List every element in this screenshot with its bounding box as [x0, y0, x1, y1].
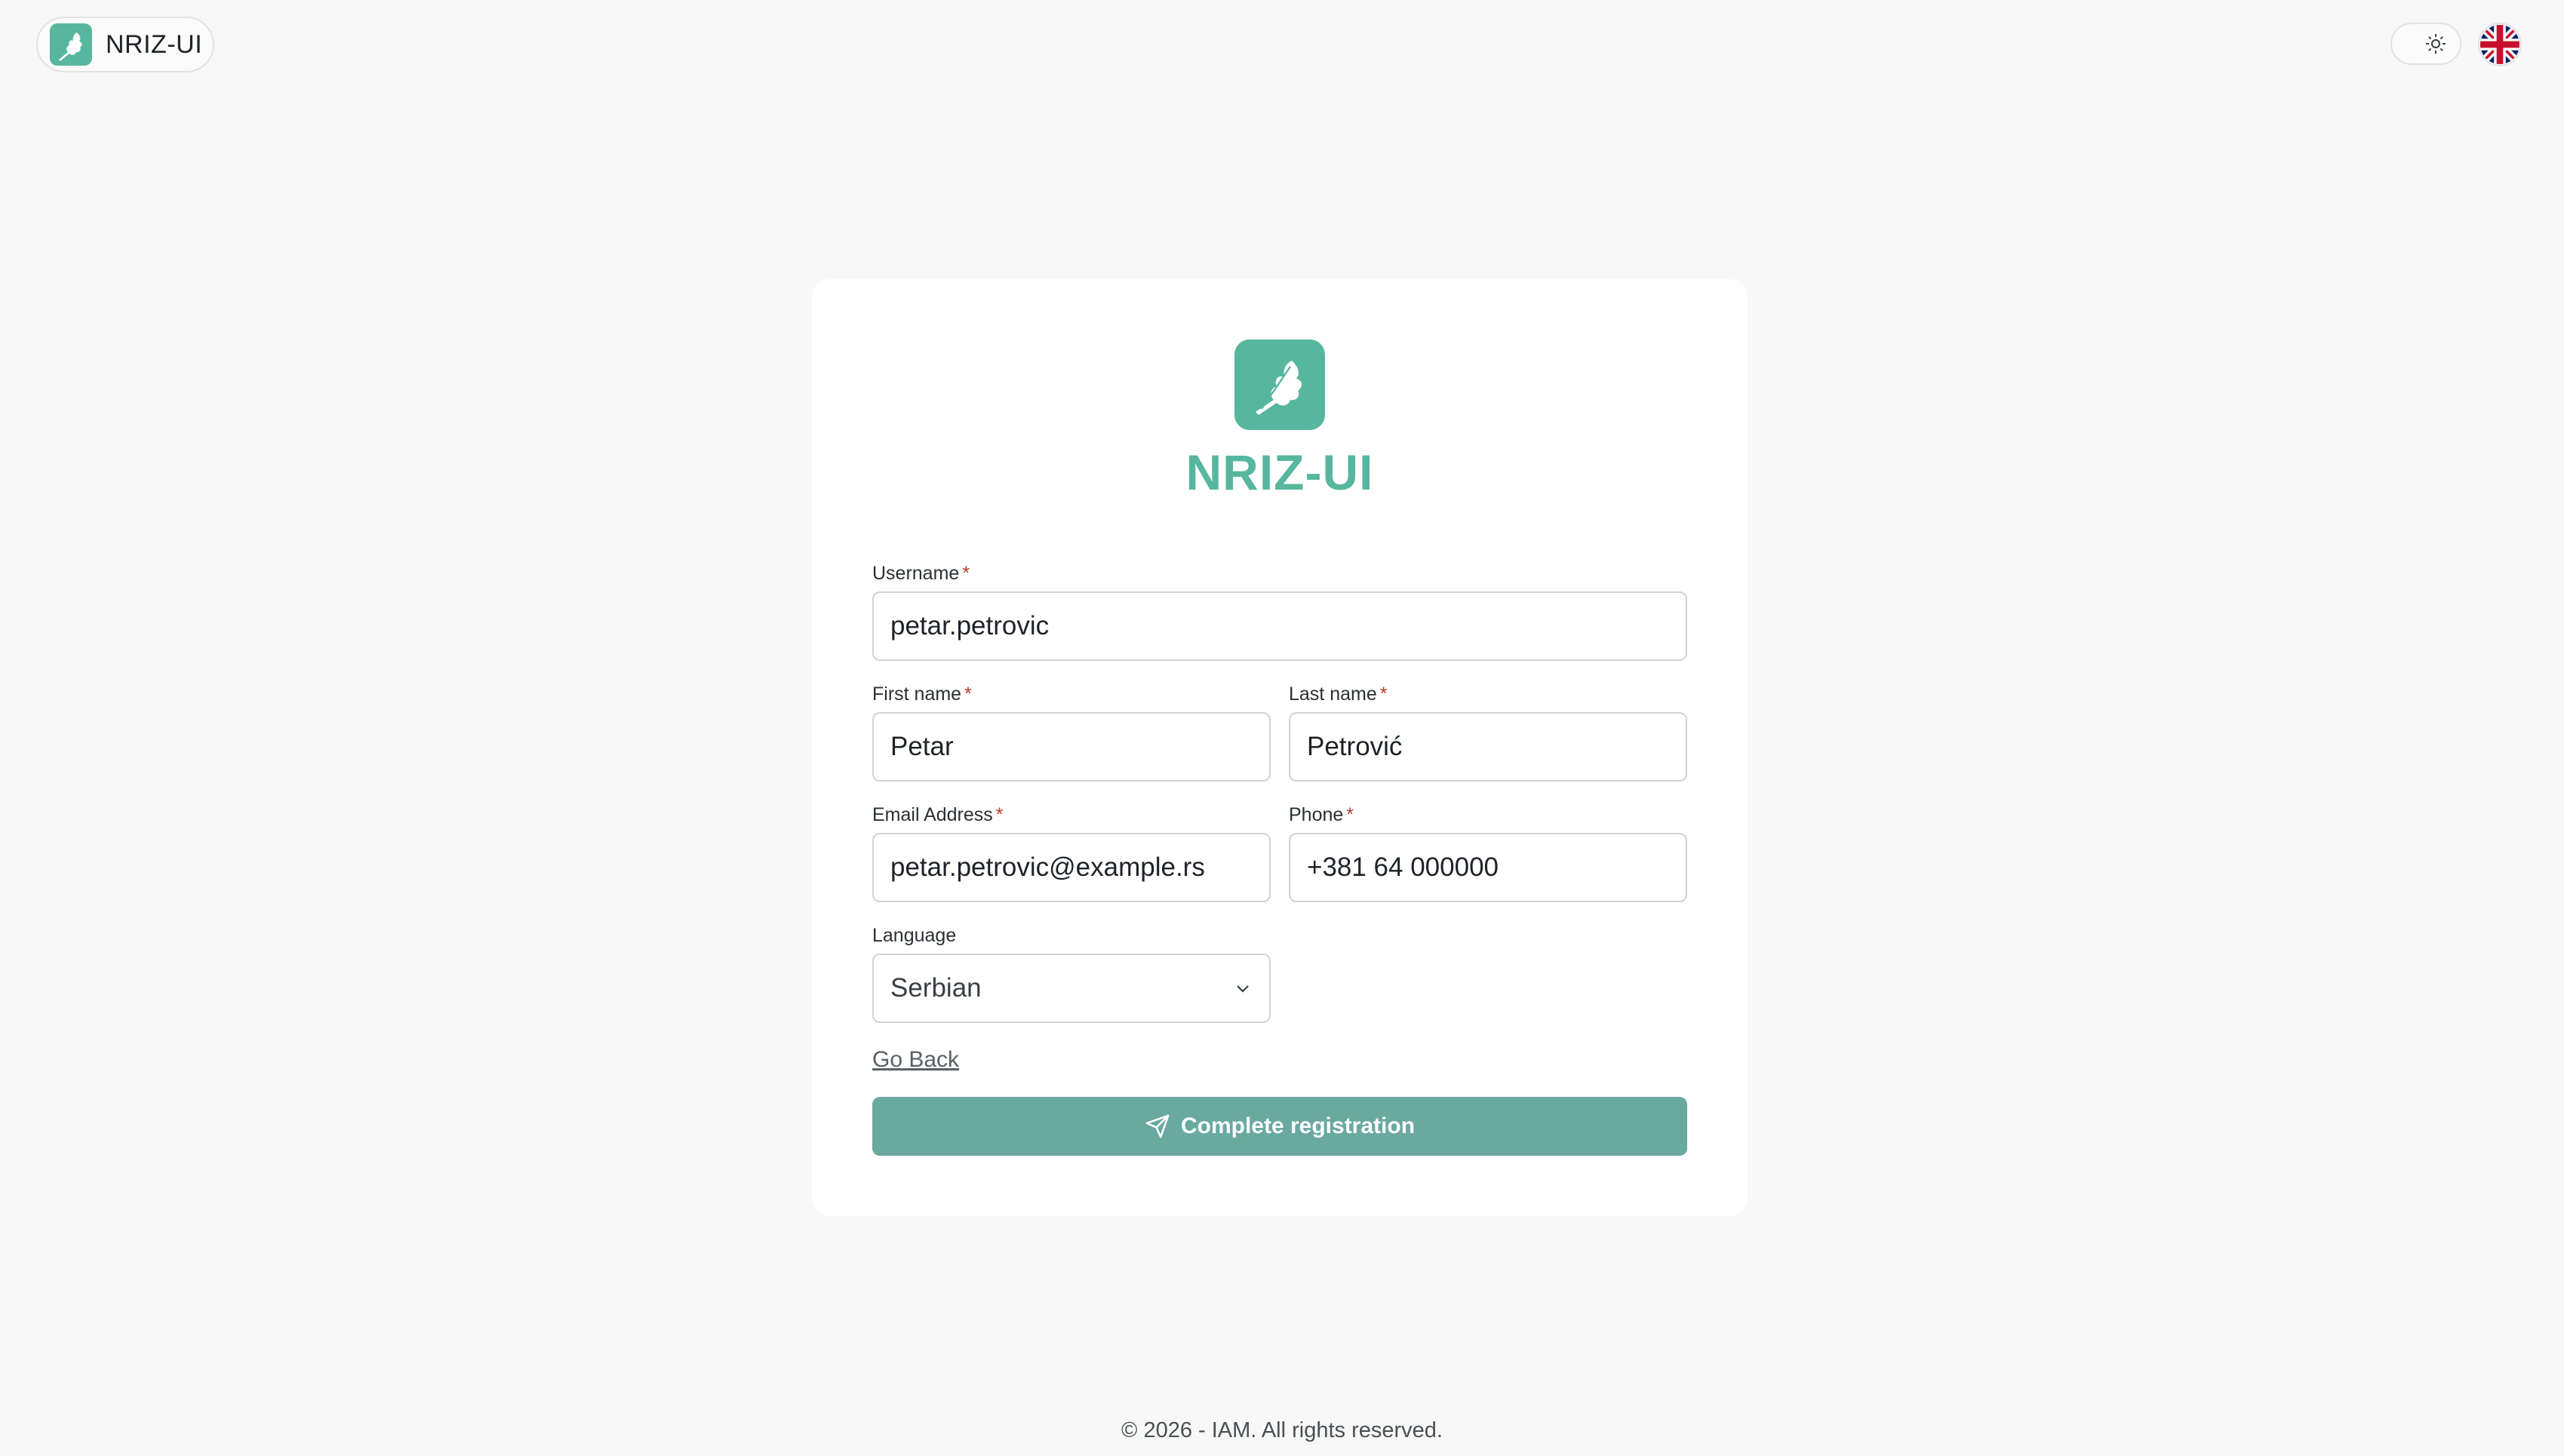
complete-registration-button[interactable]: Complete registration [872, 1097, 1687, 1156]
oak-leaf-icon [1234, 339, 1325, 430]
language-select-value: Serbian [890, 973, 982, 1003]
footer-copyright: © 2026 - IAM. All rights reserved. [1121, 1418, 1443, 1442]
top-bar: NRIZ-UI [0, 0, 2564, 91]
first-name-label: First name * [872, 683, 972, 705]
oak-leaf-icon [50, 23, 92, 66]
submit-label: Complete registration [1180, 1114, 1416, 1138]
sun-icon [2421, 29, 2451, 59]
brand-name: NRIZ-UI [106, 29, 203, 59]
card-title: NRIZ-UI [1185, 444, 1374, 500]
uk-flag-icon [2480, 25, 2519, 64]
chevron-down-icon [1237, 985, 1249, 993]
send-icon [1145, 1114, 1170, 1138]
email-input[interactable]: petar.petrovic@example.rs [872, 833, 1271, 902]
last-name-label: Last name * [1289, 683, 1388, 705]
language-switcher[interactable] [2478, 23, 2522, 66]
language-select[interactable]: Serbian [872, 954, 1271, 1023]
registration-card: NRIZ-UI Username * petar.petrovic First n… [812, 279, 1748, 1216]
theme-toggle[interactable] [2390, 23, 2461, 65]
phone-input[interactable]: +381 64 000000 [1289, 833, 1687, 902]
phone-label: Phone * [1289, 804, 1354, 825]
email-label: Email Address * [872, 804, 1004, 825]
language-label: Language [872, 925, 957, 946]
username-label: Username * [872, 563, 970, 584]
brand-home-link[interactable]: NRIZ-UI [36, 17, 214, 72]
last-name-input[interactable]: Petrović [1289, 712, 1687, 782]
username-input[interactable]: petar.petrovic [872, 591, 1687, 661]
first-name-input[interactable]: Petar [872, 712, 1271, 782]
go-back-link[interactable]: Go Back [872, 1047, 959, 1073]
